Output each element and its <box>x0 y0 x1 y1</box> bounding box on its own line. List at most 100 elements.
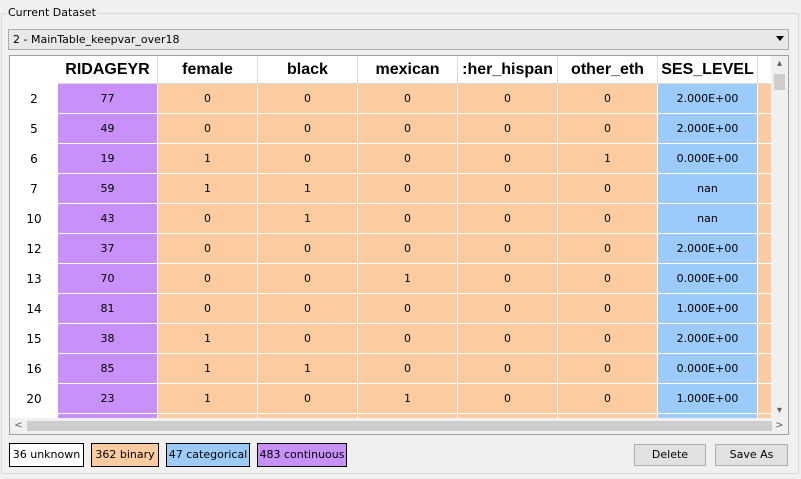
table-cell[interactable]: 1 <box>158 144 258 174</box>
table-cell[interactable]: 43 <box>58 204 158 234</box>
table-cell[interactable]: 0 <box>558 354 658 384</box>
table-cell[interactable]: 0.000E+00 <box>658 264 758 294</box>
table-cell[interactable]: 0 <box>558 384 658 414</box>
column-header[interactable]: :her_hispan <box>458 56 558 84</box>
table-cell[interactable]: 0 <box>158 294 258 324</box>
table-cell[interactable]: 70 <box>58 264 158 294</box>
table-cell[interactable]: 0 <box>258 84 358 114</box>
table-cell[interactable]: 0 <box>158 264 258 294</box>
save-as-button[interactable]: Save As <box>715 444 788 466</box>
delete-button[interactable]: Delete <box>634 444 706 466</box>
table-cell[interactable]: 38 <box>58 324 158 354</box>
table-cell[interactable]: 0 <box>558 294 658 324</box>
table-cell[interactable]: 0 <box>558 234 658 264</box>
table-cell[interactable]: 2.000E+00 <box>658 234 758 264</box>
table-cell[interactable]: 1 <box>258 354 358 384</box>
table-cell[interactable]: 0 <box>358 174 458 204</box>
table-cell[interactable]: 0 <box>458 384 558 414</box>
table-cell[interactable]: 0 <box>258 234 358 264</box>
table-cell[interactable]: 0 <box>258 294 358 324</box>
table-cell[interactable]: 0 <box>158 114 258 144</box>
table-cell[interactable]: 0 <box>458 264 558 294</box>
chevron-down-icon[interactable] <box>776 36 784 41</box>
table-cell[interactable]: nan <box>658 174 758 204</box>
table-cell[interactable]: 0 <box>558 84 658 114</box>
table-cell[interactable]: 0 <box>558 114 658 144</box>
table-cell[interactable]: 0 <box>158 234 258 264</box>
table-cell[interactable]: 0 <box>158 84 258 114</box>
table-row: 13 70 0 0 1 0 0 0.000E+00 <box>10 264 788 294</box>
table-cell[interactable]: 85 <box>58 354 158 384</box>
table-cell[interactable]: 0 <box>458 84 558 114</box>
table-cell[interactable]: 0 <box>458 324 558 354</box>
table-cell[interactable]: 49 <box>58 114 158 144</box>
table-cell[interactable]: 59 <box>58 174 158 204</box>
scroll-left-icon[interactable]: < <box>11 420 26 432</box>
table-cell[interactable]: 1 <box>358 384 458 414</box>
table-row: 10 43 0 1 0 0 0 nan <box>10 204 788 234</box>
dataset-select[interactable]: 2 - MainTable_keepvar_over18 <box>8 29 789 50</box>
table-cell[interactable]: 0 <box>358 234 458 264</box>
column-header[interactable]: other_eth <box>558 56 658 84</box>
table-cell[interactable]: 1 <box>158 354 258 384</box>
table-cell[interactable]: 0.000E+00 <box>658 354 758 384</box>
table-cell[interactable]: 0 <box>358 144 458 174</box>
table-cell[interactable]: 0 <box>458 354 558 384</box>
table-cell[interactable]: 0 <box>258 384 358 414</box>
table-cell[interactable]: 0 <box>258 144 358 174</box>
column-header[interactable]: black <box>258 56 358 84</box>
table-cell[interactable]: 0.000E+00 <box>658 144 758 174</box>
table-row: 14 81 0 0 0 0 0 1.000E+00 <box>10 294 788 324</box>
table-cell[interactable]: 1 <box>258 174 358 204</box>
table-cell[interactable]: 2.000E+00 <box>658 324 758 354</box>
table-cell[interactable]: 0 <box>358 84 458 114</box>
table-cell[interactable]: 0 <box>458 234 558 264</box>
table-cell[interactable]: 1 <box>358 264 458 294</box>
table-cell[interactable]: 2.000E+00 <box>658 114 758 144</box>
scroll-down-icon[interactable]: ▾ <box>772 405 787 417</box>
table-cell[interactable]: 0 <box>358 114 458 144</box>
table-cell[interactable]: 1 <box>558 144 658 174</box>
table-cell[interactable]: 0 <box>458 294 558 324</box>
table-cell[interactable]: 0 <box>158 204 258 234</box>
table-cell[interactable]: 0 <box>558 264 658 294</box>
vertical-scrollbar[interactable]: ▴ ▾ <box>771 56 788 419</box>
column-header[interactable]: mexican <box>358 56 458 84</box>
table-cell[interactable]: 0 <box>258 264 358 294</box>
table-cell[interactable]: 0 <box>458 174 558 204</box>
column-header[interactable]: RIDAGEYR <box>58 56 158 84</box>
table-cell[interactable]: 0 <box>458 144 558 174</box>
table-cell[interactable]: 77 <box>58 84 158 114</box>
table-cell[interactable]: 0 <box>358 324 458 354</box>
table-cell[interactable]: 37 <box>58 234 158 264</box>
table-cell[interactable]: 23 <box>58 384 158 414</box>
table-cell[interactable]: 0 <box>258 114 358 144</box>
table-cell[interactable]: 81 <box>58 294 158 324</box>
scroll-up-icon[interactable]: ▴ <box>772 58 787 70</box>
table-cell[interactable]: 0 <box>358 294 458 324</box>
table-cell[interactable]: 1.000E+00 <box>658 384 758 414</box>
table-cell[interactable]: 0 <box>458 114 558 144</box>
horizontal-scrollbar[interactable]: < > <box>10 418 788 434</box>
table-cell[interactable]: 0 <box>558 174 658 204</box>
horizontal-scroll-thumb[interactable] <box>27 421 772 431</box>
table-cell[interactable]: 0 <box>558 324 658 354</box>
scroll-right-icon[interactable]: > <box>772 420 787 432</box>
table-cell[interactable]: 0 <box>258 324 358 354</box>
table-cell[interactable]: 0 <box>358 354 458 384</box>
table-cell[interactable]: 1 <box>158 384 258 414</box>
table-cell[interactable]: 2.000E+00 <box>658 84 758 114</box>
column-header[interactable]: female <box>158 56 258 84</box>
table-cell[interactable]: 0 <box>558 204 658 234</box>
data-table[interactable]: RIDAGEYR female black mexican:her_hispan oth… <box>9 55 789 435</box>
table-cell[interactable]: 19 <box>58 144 158 174</box>
table-cell[interactable]: 0 <box>458 204 558 234</box>
table-cell[interactable]: 1 <box>258 204 358 234</box>
table-cell[interactable]: 1 <box>158 174 258 204</box>
table-cell[interactable]: 0 <box>358 204 458 234</box>
column-header[interactable]: SES_LEVEL <box>658 56 758 84</box>
table-cell[interactable]: 1.000E+00 <box>658 294 758 324</box>
vertical-scroll-thumb[interactable] <box>774 74 785 90</box>
table-cell[interactable]: 1 <box>158 324 258 354</box>
table-cell[interactable]: nan <box>658 204 758 234</box>
